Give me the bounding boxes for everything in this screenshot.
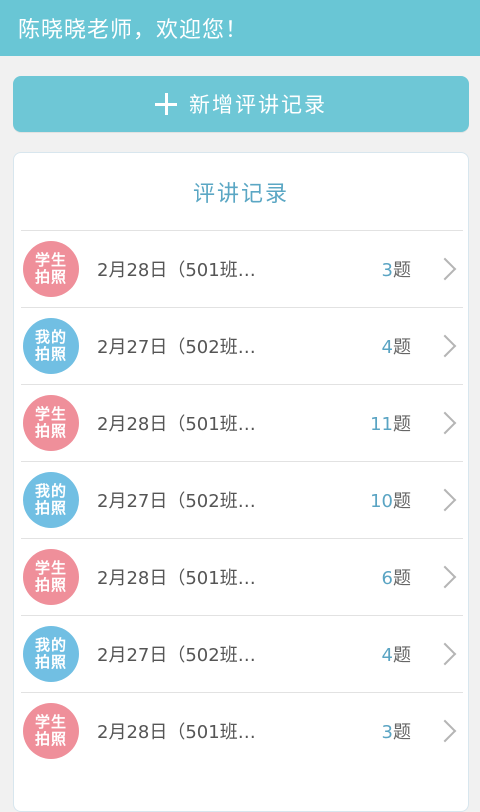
photo-badge-icon: 学生 拍照: [23, 703, 79, 759]
question-count: 10题: [370, 491, 411, 512]
plus-icon: [155, 93, 177, 115]
records-list: 学生 拍照 2月28日（501班… 3题 我的 拍照 2月27日（502班… 4题 …: [21, 230, 463, 769]
photo-badge-icon: 学生 拍照: [23, 241, 79, 297]
chevron-right-icon: [433, 411, 457, 435]
record-title: 2月27日（502班…: [97, 645, 256, 666]
record-row[interactable]: 学生 拍照 2月28日（501班… 11题: [21, 384, 463, 461]
record-row[interactable]: 学生 拍照 2月28日（501班… 3题: [21, 692, 463, 769]
question-count: 11题: [370, 414, 411, 435]
chevron-right-icon: [433, 488, 457, 512]
record-row[interactable]: 我的 拍照 2月27日（502班… 4题: [21, 615, 463, 692]
record-row[interactable]: 我的 拍照 2月27日（502班… 4题: [21, 307, 463, 384]
question-count: 4题: [381, 645, 411, 666]
record-row[interactable]: 我的 拍照 2月27日（502班… 10题: [21, 461, 463, 538]
question-count: 3题: [381, 260, 411, 281]
record-title: 2月27日（502班…: [97, 337, 256, 358]
question-count: 6题: [381, 568, 411, 589]
chevron-right-icon: [433, 719, 457, 743]
photo-badge-icon: 学生 拍照: [23, 395, 79, 451]
question-count: 3题: [381, 722, 411, 743]
photo-badge-icon: 我的 拍照: [23, 626, 79, 682]
app-header: 陈晓晓老师，欢迎您！: [0, 0, 480, 56]
record-title: 2月28日（501班…: [97, 260, 256, 281]
chevron-right-icon: [433, 642, 457, 666]
record-row[interactable]: 学生 拍照 2月28日（501班… 3题: [21, 230, 463, 307]
add-record-label: 新增评讲记录: [189, 93, 327, 117]
chevron-right-icon: [433, 257, 457, 281]
records-card: 评讲记录 学生 拍照 2月28日（501班… 3题 我的 拍照 2月27日（502班…: [13, 152, 469, 812]
greeting-text: 陈晓晓老师，欢迎您！: [18, 18, 249, 43]
record-title: 2月28日（501班…: [97, 568, 256, 589]
photo-badge-icon: 我的 拍照: [23, 472, 79, 528]
question-count: 4题: [381, 337, 411, 358]
record-title: 2月28日（501班…: [97, 722, 256, 743]
record-title: 2月27日（502班…: [97, 491, 256, 512]
photo-badge-icon: 学生 拍照: [23, 549, 79, 605]
record-title: 2月28日（501班…: [97, 414, 256, 435]
record-row[interactable]: 学生 拍照 2月28日（501班… 6题: [21, 538, 463, 615]
photo-badge-icon: 我的 拍照: [23, 318, 79, 374]
records-title: 评讲记录: [192, 182, 289, 207]
chevron-right-icon: [433, 565, 457, 589]
add-record-button[interactable]: 新增评讲记录: [13, 76, 469, 132]
chevron-right-icon: [433, 334, 457, 358]
